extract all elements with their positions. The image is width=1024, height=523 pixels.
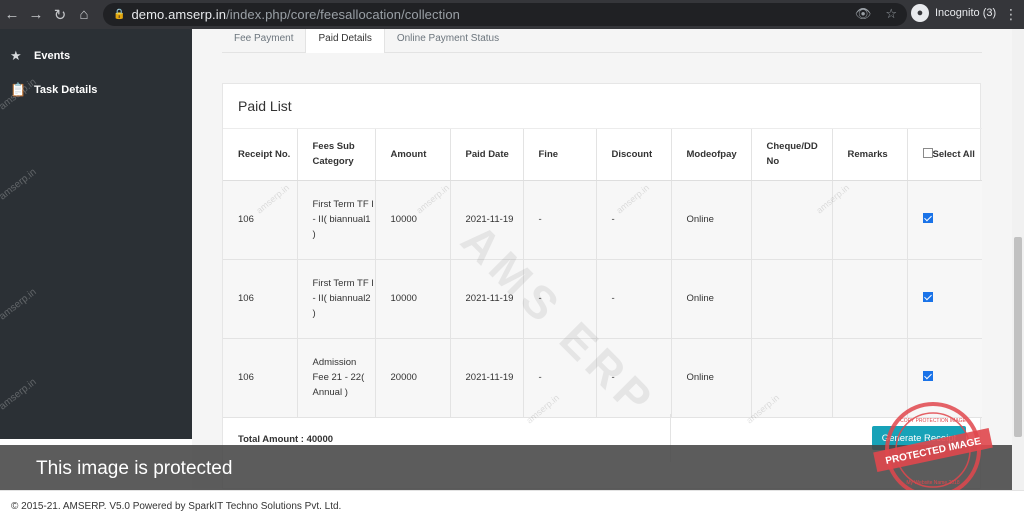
cell-category: First Term TF I - II( biannual1 ) [297, 180, 376, 260]
header-paid-date: Paid Date [450, 129, 524, 181]
cell-category: Admission Fee 21 - 22( Annual ) [297, 338, 376, 418]
sidebar-item-events[interactable]: ★ Events [0, 39, 192, 73]
select-all-checkbox[interactable] [922, 147, 933, 158]
tab-fee-payment[interactable]: Fee Payment [222, 29, 305, 53]
browser-menu-icon[interactable]: ⋮ [1004, 6, 1018, 23]
cell-amount: 20000 [375, 338, 451, 418]
table-header-row: Receipt No. Fees Sub Category Amount Pai… [223, 129, 982, 181]
protected-image-stamp: PROTECTED IMAGE COPY PROTECTION IMAGE My… [873, 402, 993, 498]
header-modeofpay: Modeofpay [671, 129, 752, 181]
header-receipt-no: Receipt No. [223, 129, 298, 181]
select-all-label: Select All [932, 148, 975, 160]
lock-icon: 🔒 [113, 9, 126, 20]
back-icon[interactable]: ← [0, 0, 24, 29]
card-title: Paid List [238, 98, 292, 114]
cell-receipt: 106 [223, 259, 298, 339]
tab-bar: Fee Payment Paid Details Online Payment … [222, 29, 982, 53]
cell-mode: Online [671, 180, 752, 260]
sidebar-item-label: Task Details [34, 84, 98, 96]
forward-icon[interactable]: → [24, 0, 48, 29]
tab-online-payment-status[interactable]: Online Payment Status [385, 29, 511, 53]
sidebar-item-label: Events [34, 50, 71, 62]
header-remarks: Remarks [832, 129, 908, 181]
cell-receipt: 106 [223, 338, 298, 418]
cell-amount: 10000 [375, 259, 451, 339]
watermark-text: amserp.in [0, 286, 39, 323]
row-select-checkbox[interactable] [922, 213, 933, 223]
cell-fine: - [523, 180, 597, 260]
cell-category: First Term TF I - II( biannual2 ) [297, 259, 376, 339]
cell-select[interactable] [907, 259, 982, 339]
header-cheque-dd-no: Cheque/DD No [751, 129, 833, 181]
bookmark-star-icon[interactable]: ☆ [885, 6, 897, 22]
page-footer: © 2015-21. AMSERP. V5.0 Powered by Spark… [0, 490, 1024, 523]
header-select-all[interactable]: Select All [907, 129, 982, 181]
scrollbar-thumb[interactable] [1014, 237, 1022, 437]
cell-remarks [832, 259, 908, 339]
cell-cheque [751, 180, 833, 260]
header-amount: Amount [375, 129, 451, 181]
address-bar[interactable]: 🔒 demo.amserp.in/index.php/core/feesallo… [103, 3, 907, 26]
browser-toolbar: ← → ↻ ⌂ 🔒 demo.amserp.in/index.php/core/… [0, 0, 1024, 29]
incognito-icon: ● [911, 4, 929, 22]
url-text: demo.amserp.in/index.php/core/feesalloca… [131, 7, 460, 22]
svg-text:My Website Name 2018: My Website Name 2018 [906, 480, 959, 486]
reload-icon[interactable]: ↻ [48, 0, 72, 29]
cell-mode: Online [671, 338, 752, 418]
footer-text: © 2015-21. AMSERP. V5.0 Powered by Spark… [11, 501, 342, 512]
watermark-text: amserp.in [0, 166, 39, 203]
sidebar: ★ Events 📋 Task Details amserp.in amserp… [0, 29, 192, 439]
header-discount: Discount [596, 129, 672, 181]
row-select-checkbox[interactable] [922, 292, 933, 302]
page-scrollbar[interactable] [1012, 29, 1024, 490]
cell-date: 2021-11-19 [450, 338, 524, 418]
cell-discount: - [596, 259, 672, 339]
protected-text: This image is protected [36, 458, 233, 479]
watermark-text: amserp.in [0, 376, 39, 413]
total-amount: Total Amount : 40000 [238, 434, 334, 445]
home-icon[interactable]: ⌂ [72, 0, 96, 29]
tab-paid-details[interactable]: Paid Details [305, 29, 385, 53]
header-fees-sub-category: Fees Sub Category [297, 129, 376, 181]
star-icon: ★ [10, 48, 22, 63]
svg-text:COPY PROTECTION IMAGE: COPY PROTECTION IMAGE [900, 418, 966, 424]
cell-cheque [751, 259, 833, 339]
protected-overlay: This image is protected [0, 445, 1012, 490]
cell-mode: Online [671, 259, 752, 339]
incognito-profile[interactable]: ● Incognito (3) [911, 4, 996, 22]
header-fine: Fine [523, 129, 597, 181]
profile-label: Incognito (3) [935, 7, 997, 19]
row-select-checkbox[interactable] [922, 371, 933, 381]
table-row: 106 First Term TF I - II( biannual1 ) 1000… [223, 180, 982, 260]
eye-off-icon[interactable]: 👁 [855, 6, 872, 22]
cell-select[interactable] [907, 180, 982, 260]
